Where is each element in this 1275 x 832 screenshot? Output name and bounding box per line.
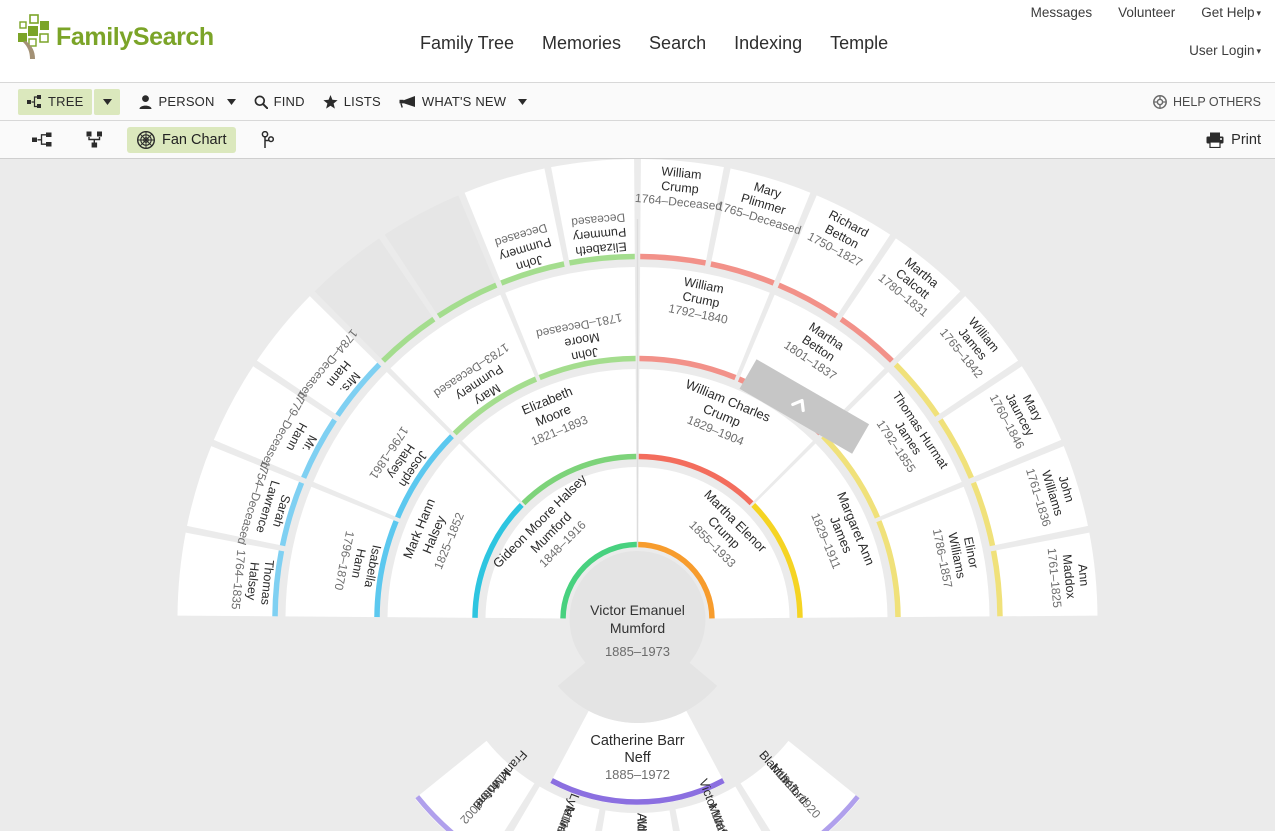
- toolbar-help-others-button[interactable]: HELP OTHERS: [1153, 83, 1261, 121]
- fan-center-person[interactable]: Victor Emanuel Mumford 1885–1973: [558, 551, 717, 723]
- nav-get-help[interactable]: Get Help▾: [1201, 5, 1261, 20]
- landscape-tree-icon: [32, 132, 52, 147]
- toolbar-person-button[interactable]: PERSON: [130, 89, 244, 115]
- star-icon: [323, 95, 338, 109]
- fan-cell-gen4-7[interactable]: ElizabethPummeryDeceased: [551, 159, 635, 265]
- toolbar-help-others-label: HELP OTHERS: [1173, 95, 1261, 109]
- print-label: Print: [1231, 132, 1261, 148]
- nav-volunteer[interactable]: Volunteer: [1118, 5, 1175, 20]
- fan-cell-gen4-8[interactable]: WilliamCrump1764–Deceased: [634, 159, 724, 265]
- toolbar-lists-button[interactable]: LISTS: [314, 89, 390, 115]
- toolbar-find-label: FIND: [274, 94, 305, 109]
- cell-text: ElizabethPummeryDeceased: [571, 210, 628, 258]
- page-root: FamilySearch Family Tree Memories Search…: [0, 0, 1275, 832]
- chevron-down-icon: [227, 99, 236, 105]
- global-header: FamilySearch Family Tree Memories Search…: [0, 0, 1275, 83]
- name-line: Ann: [1075, 563, 1091, 587]
- search-icon: [254, 95, 268, 109]
- center-name-line1: Victor Emanuel: [590, 602, 685, 618]
- chevron-down-icon: ▾: [1256, 46, 1261, 56]
- fan-cell-child-4[interactable]: Frank MooreMumford1919–2002: [415, 741, 534, 831]
- nav-memories[interactable]: Memories: [542, 33, 621, 54]
- name-line: Neff: [624, 750, 651, 766]
- view-landscape-tree-button[interactable]: [22, 128, 62, 151]
- tree-icon: [27, 95, 42, 108]
- center-disc: [570, 551, 706, 687]
- nav-search[interactable]: Search: [649, 33, 706, 54]
- chevron-down-icon: [103, 99, 112, 105]
- familysearch-tree-logo-icon: [14, 14, 56, 60]
- toolbar-tree-label: TREE: [48, 94, 83, 109]
- fan-cell-gen4-0[interactable]: ThomasHalsey1764–1835: [178, 533, 284, 617]
- toolbar-whats-new-label: WHAT'S NEW: [422, 94, 506, 109]
- fan-cell-spouse[interactable]: Catherine BarrNeff1885–1972: [550, 711, 725, 805]
- brand-wordmark: FamilySearch: [56, 25, 214, 50]
- chevron-down-icon: [518, 99, 527, 105]
- megaphone-icon: [399, 95, 416, 108]
- toolbar-tree-dropdown[interactable]: [94, 89, 120, 115]
- view-switcher-bar: Fan Chart Print: [0, 121, 1275, 159]
- name-line: Catherine Barr: [590, 733, 684, 749]
- toolbar-tree-button[interactable]: TREE: [18, 89, 92, 115]
- print-button[interactable]: Print: [1206, 121, 1261, 159]
- view-portrait-tree-button[interactable]: [76, 127, 113, 152]
- toolbar-whats-new-button[interactable]: WHAT'S NEW: [390, 89, 536, 115]
- center-name-line2: Mumford: [610, 620, 665, 636]
- chevron-down-icon: ▾: [1256, 8, 1261, 18]
- printer-icon: [1206, 132, 1224, 148]
- person-icon: [139, 95, 152, 109]
- toolbar-find-button[interactable]: FIND: [245, 89, 314, 115]
- nav-indexing[interactable]: Indexing: [734, 33, 802, 54]
- brand-prefix: Family: [56, 23, 133, 51]
- view-descendancy-button[interactable]: [250, 127, 286, 153]
- nav-messages[interactable]: Messages: [1031, 5, 1093, 20]
- fan-chart-canvas[interactable]: Gideon Moore HalseyMumford1848–1916Marth…: [0, 159, 1275, 831]
- user-login-label: User Login: [1189, 43, 1254, 58]
- nav-family-tree[interactable]: Family Tree: [420, 33, 514, 54]
- date-line: 1915–2007: [635, 827, 649, 831]
- primary-nav: Family Tree Memories Search Indexing Tem…: [420, 33, 888, 54]
- fan-cell-child-0[interactable]: Blanche LMumford1911–1920: [741, 741, 860, 831]
- familysearch-logo[interactable]: FamilySearch: [14, 14, 214, 60]
- date-line: 1885–1972: [605, 767, 670, 782]
- get-help-label: Get Help: [1201, 5, 1254, 20]
- fan-chart-icon: [137, 131, 155, 149]
- nav-temple[interactable]: Temple: [830, 33, 888, 54]
- toolbar-lists-label: LISTS: [344, 94, 381, 109]
- portrait-tree-icon: [86, 131, 103, 148]
- brand-suffix: Search: [133, 23, 214, 51]
- lifering-icon: [1153, 95, 1167, 109]
- user-login-menu[interactable]: User Login▾: [1189, 43, 1261, 58]
- toolbar-person-label: PERSON: [158, 94, 214, 109]
- view-fan-chart-label: Fan Chart: [162, 132, 226, 148]
- fan-cell-gen4-15[interactable]: AnnMaddox1761–1825: [991, 533, 1097, 617]
- fan-cell-child-2[interactable]: AldenMumford1915–2007: [590, 810, 684, 831]
- descendancy-icon: [260, 131, 276, 149]
- app-toolbar: TREE PERSON FIND L: [0, 83, 1275, 121]
- view-fan-chart-button[interactable]: Fan Chart: [127, 127, 236, 153]
- center-dates: 1885–1973: [605, 644, 670, 659]
- utility-nav: Messages Volunteer Get Help▾: [1031, 5, 1261, 20]
- fan-chart-svg[interactable]: Gideon Moore HalseyMumford1848–1916Marth…: [0, 159, 1275, 831]
